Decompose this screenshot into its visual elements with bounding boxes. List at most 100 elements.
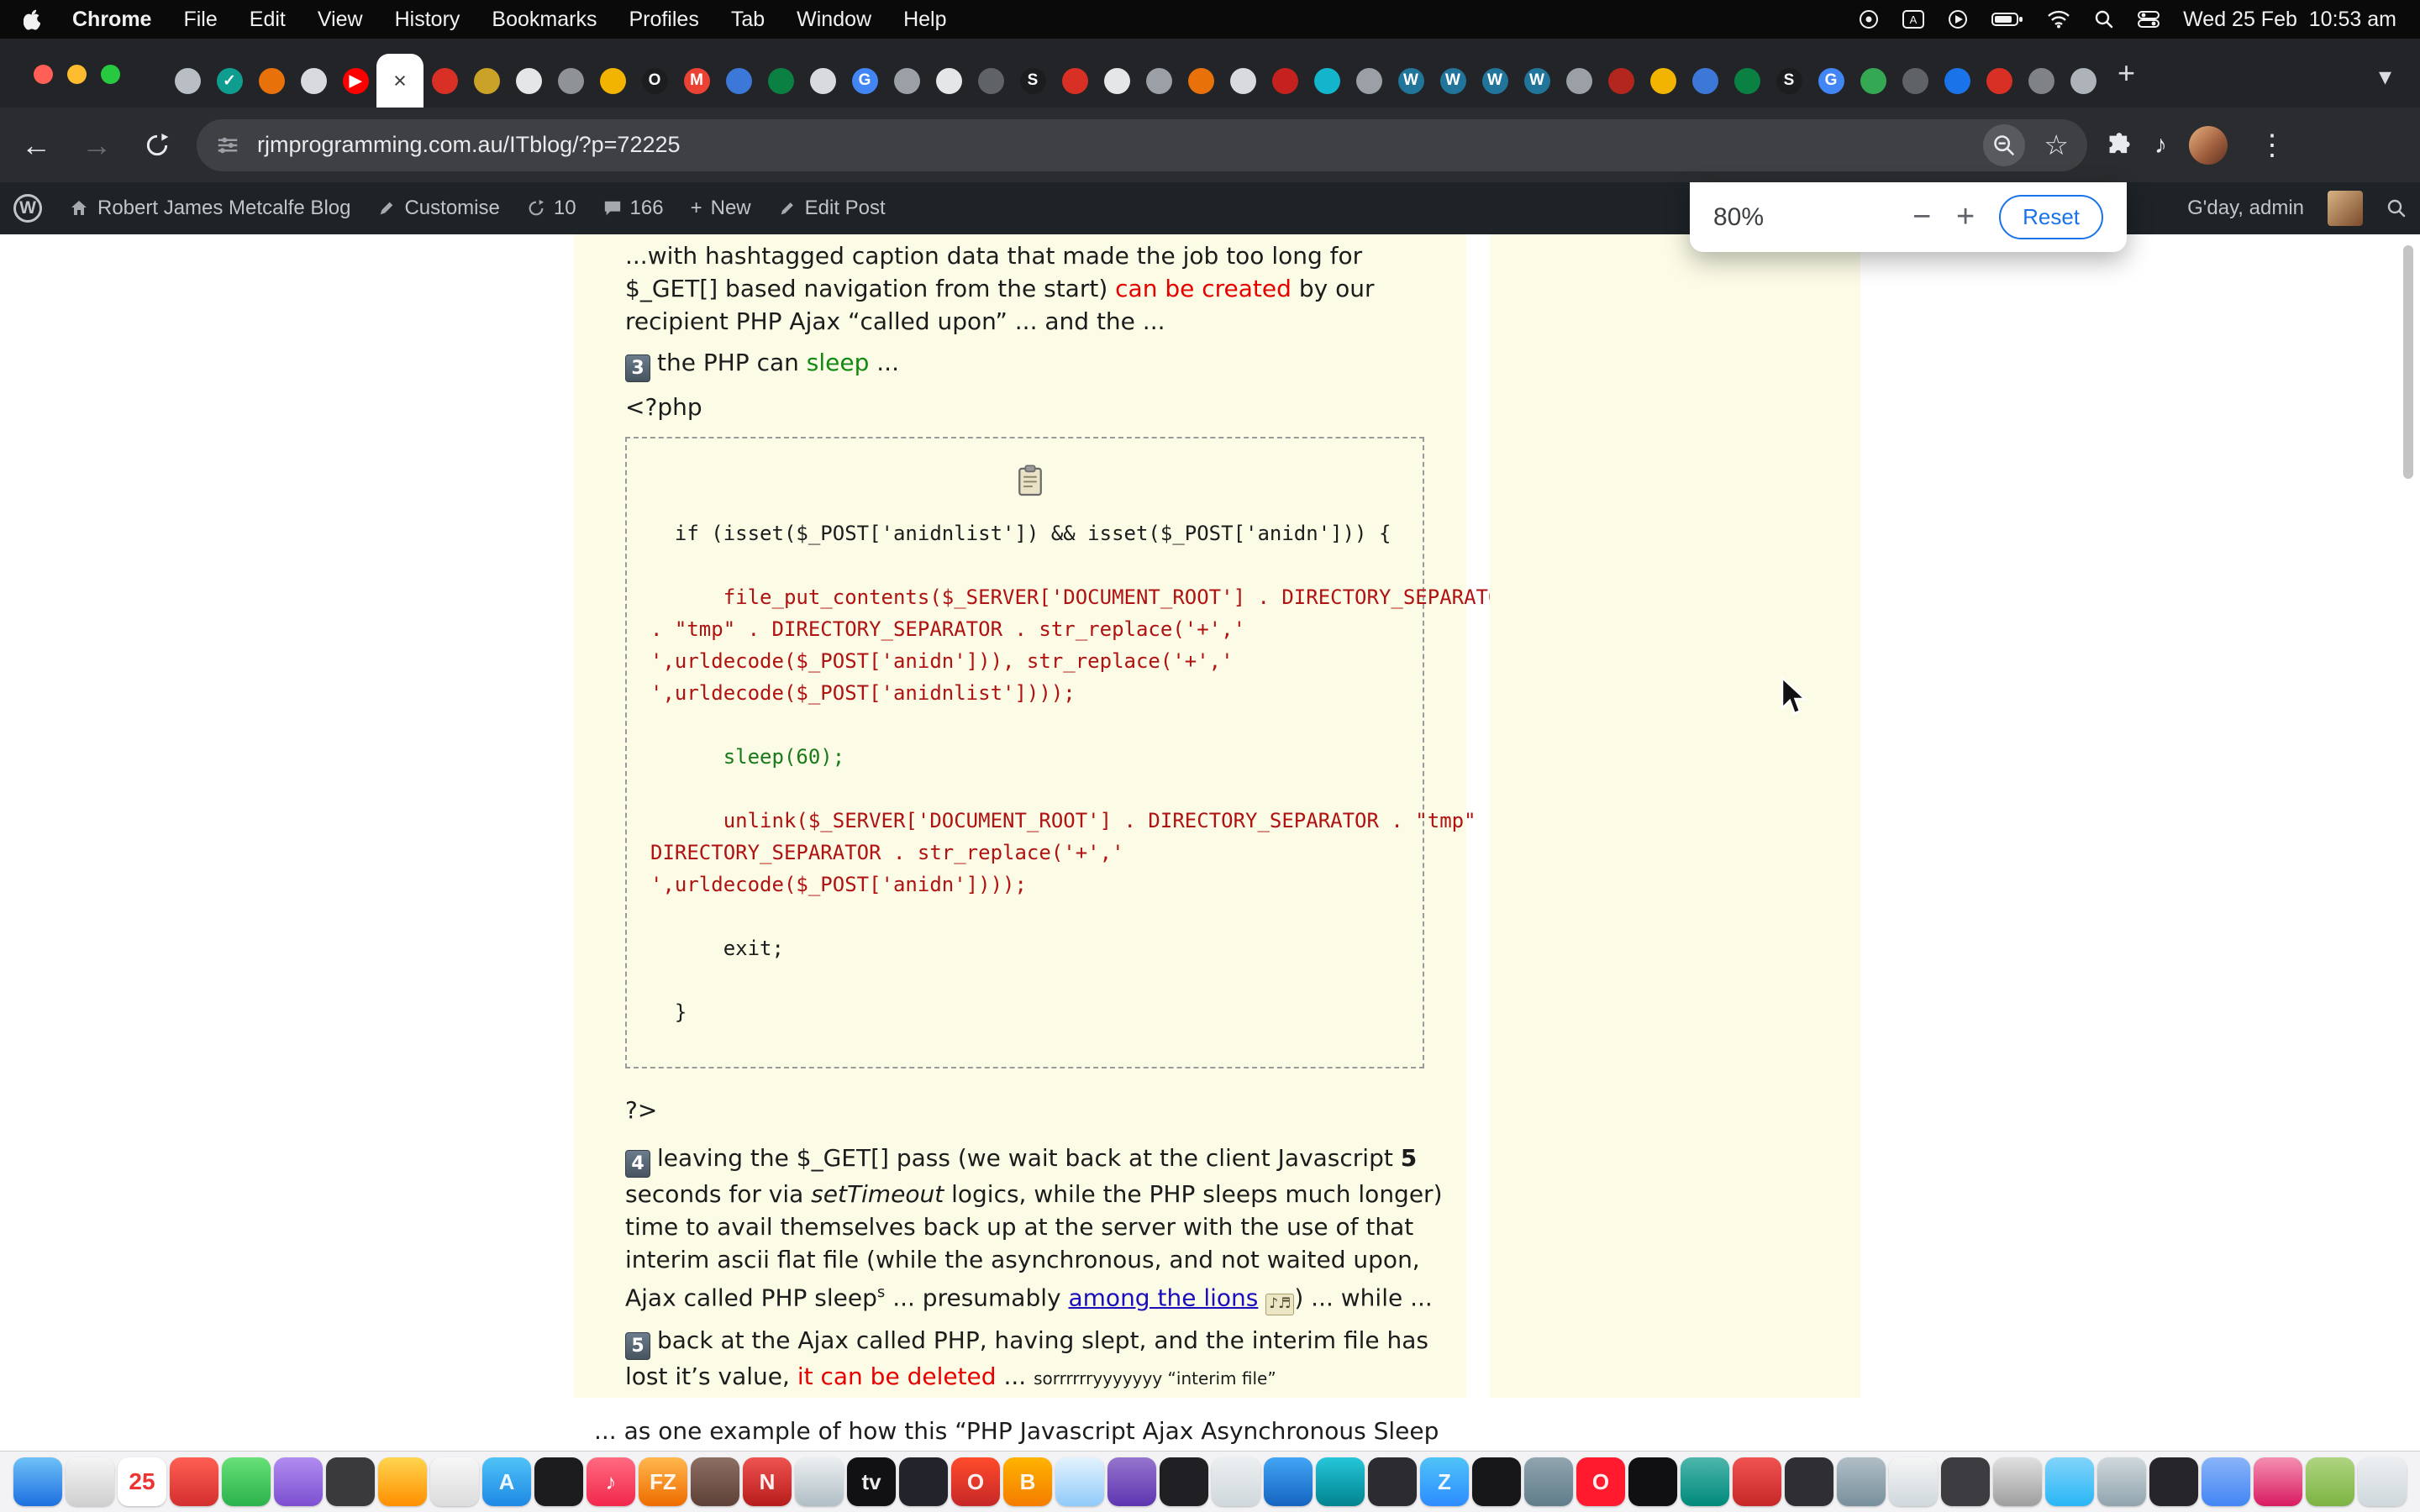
dock-app-icon[interactable] [170,1457,218,1506]
browser-tab[interactable] [760,54,802,108]
dock-app-icon[interactable] [691,1457,739,1506]
zoom-indicator-icon[interactable] [1983,124,2025,166]
browser-tab[interactable] [550,54,592,108]
scrollbar-thumb[interactable] [2403,245,2413,479]
dock-app-icon[interactable] [1785,1457,1833,1506]
browser-tab[interactable]: ✓ [208,54,250,108]
dock-app-icon[interactable] [2358,1457,2407,1506]
browser-tab[interactable] [1264,54,1306,108]
browser-tab[interactable]: S [1768,54,1810,108]
tab-search-chevron-icon[interactable]: ▾ [2379,62,2391,92]
control-center-icon[interactable] [2138,9,2160,29]
browser-tab[interactable] [1306,54,1348,108]
dock-app-icon[interactable] [1993,1457,2042,1506]
browser-tab[interactable] [1684,54,1726,108]
new-tab-button[interactable]: + [2118,55,2135,91]
browser-tab[interactable]: W [1390,54,1432,108]
browser-tab[interactable] [2020,54,2062,108]
browser-tab[interactable] [1978,54,2020,108]
menubar-item[interactable]: Chrome [72,8,151,32]
dock-app-icon[interactable] [13,1457,62,1506]
browser-tab[interactable]: G [1810,54,1852,108]
dock-app-icon[interactable]: 25 [118,1457,166,1506]
browser-tab[interactable]: M [676,54,718,108]
browser-tab[interactable] [1054,54,1096,108]
dock-app-icon[interactable] [795,1457,844,1506]
browser-tab[interactable]: S [1012,54,1054,108]
dock-app-icon[interactable] [2149,1457,2198,1506]
wp-logo-icon[interactable]: W [0,182,55,234]
dock-app-icon[interactable]: FZ [639,1457,687,1506]
dock-app-icon[interactable] [378,1457,427,1506]
dock-app-icon[interactable] [1055,1457,1104,1506]
dock-app-icon[interactable] [1628,1457,1677,1506]
menubar-item[interactable]: History [395,8,460,32]
dock-app-icon[interactable] [2254,1457,2302,1506]
browser-tab[interactable] [292,54,334,108]
minimize-window-button[interactable] [67,65,87,84]
browser-tab[interactable]: W [1474,54,1516,108]
extensions-puzzle-icon[interactable] [2106,132,2133,159]
browser-tab[interactable] [1558,54,1600,108]
browser-tab[interactable]: × [376,54,424,108]
close-window-button[interactable] [34,65,53,84]
browser-tab[interactable] [1222,54,1264,108]
browser-tab[interactable]: O [634,54,676,108]
dock-app-icon[interactable] [1837,1457,1886,1506]
status-circle-icon[interactable] [1859,9,1879,29]
dock-app-icon[interactable] [2097,1457,2146,1506]
site-settings-icon[interactable] [215,133,240,158]
dock-app-icon[interactable] [274,1457,323,1506]
browser-tab[interactable] [2062,54,2104,108]
menubar-item[interactable]: Window [797,8,871,32]
browser-tab[interactable] [1600,54,1642,108]
dock-app-icon[interactable] [66,1457,114,1506]
browser-tab[interactable] [250,54,292,108]
fullscreen-window-button[interactable] [101,65,120,84]
dock-app-icon[interactable] [534,1457,583,1506]
zoom-reset-button[interactable]: Reset [1999,195,2103,239]
url-text[interactable]: rjmprogramming.com.au/ITblog/?p=72225 [257,132,1983,158]
browser-tab[interactable] [1096,54,1138,108]
browser-tab[interactable] [970,54,1012,108]
dock-app-icon[interactable] [1107,1457,1156,1506]
browser-tab[interactable] [1138,54,1180,108]
updates-link[interactable]: 10 [513,182,590,234]
customise-link[interactable]: Customise [364,182,513,234]
battery-icon[interactable] [1991,11,2023,28]
wifi-icon[interactable] [2047,10,2070,29]
dock-app-icon[interactable]: O [951,1457,1000,1506]
menubar-item[interactable]: Tab [731,8,765,32]
browser-tab[interactable] [1852,54,1894,108]
browser-tab[interactable] [592,54,634,108]
browser-tab[interactable] [718,54,760,108]
menubar-item[interactable]: File [183,8,217,32]
dock-app-icon[interactable] [1160,1457,1208,1506]
clipboard-copy-icon[interactable] [650,464,1409,497]
dock-app-icon[interactable] [1472,1457,1521,1506]
browser-menu-icon[interactable]: ⋮ [2249,129,2295,162]
now-playing-icon[interactable] [1948,9,1968,29]
menubar-item[interactable]: Bookmarks [492,8,597,32]
dock-app-icon[interactable] [2045,1457,2094,1506]
menubar-item[interactable]: Help [903,8,946,32]
browser-tab[interactable] [508,54,550,108]
apple-logo-icon[interactable] [24,8,42,30]
browser-tab[interactable] [1348,54,1390,108]
dock-app-icon[interactable] [1681,1457,1729,1506]
browser-tab[interactable] [166,54,208,108]
browser-tab[interactable] [466,54,508,108]
browser-tab[interactable]: W [1432,54,1474,108]
dock-app-icon[interactable] [1212,1457,1260,1506]
browser-tab[interactable] [424,54,466,108]
reload-button[interactable] [133,121,182,170]
dock-app-icon[interactable] [1941,1457,1990,1506]
browser-tab[interactable] [1726,54,1768,108]
dock-app-icon[interactable] [1264,1457,1313,1506]
site-name-link[interactable]: Robert James Metcalfe Blog [55,182,364,234]
browser-tab[interactable] [928,54,970,108]
media-controls-icon[interactable]: ♪ [2154,131,2167,160]
dock-app-icon[interactable]: O [1576,1457,1625,1506]
menubar-item[interactable]: Edit [250,8,286,32]
back-button[interactable]: ← [12,121,60,170]
